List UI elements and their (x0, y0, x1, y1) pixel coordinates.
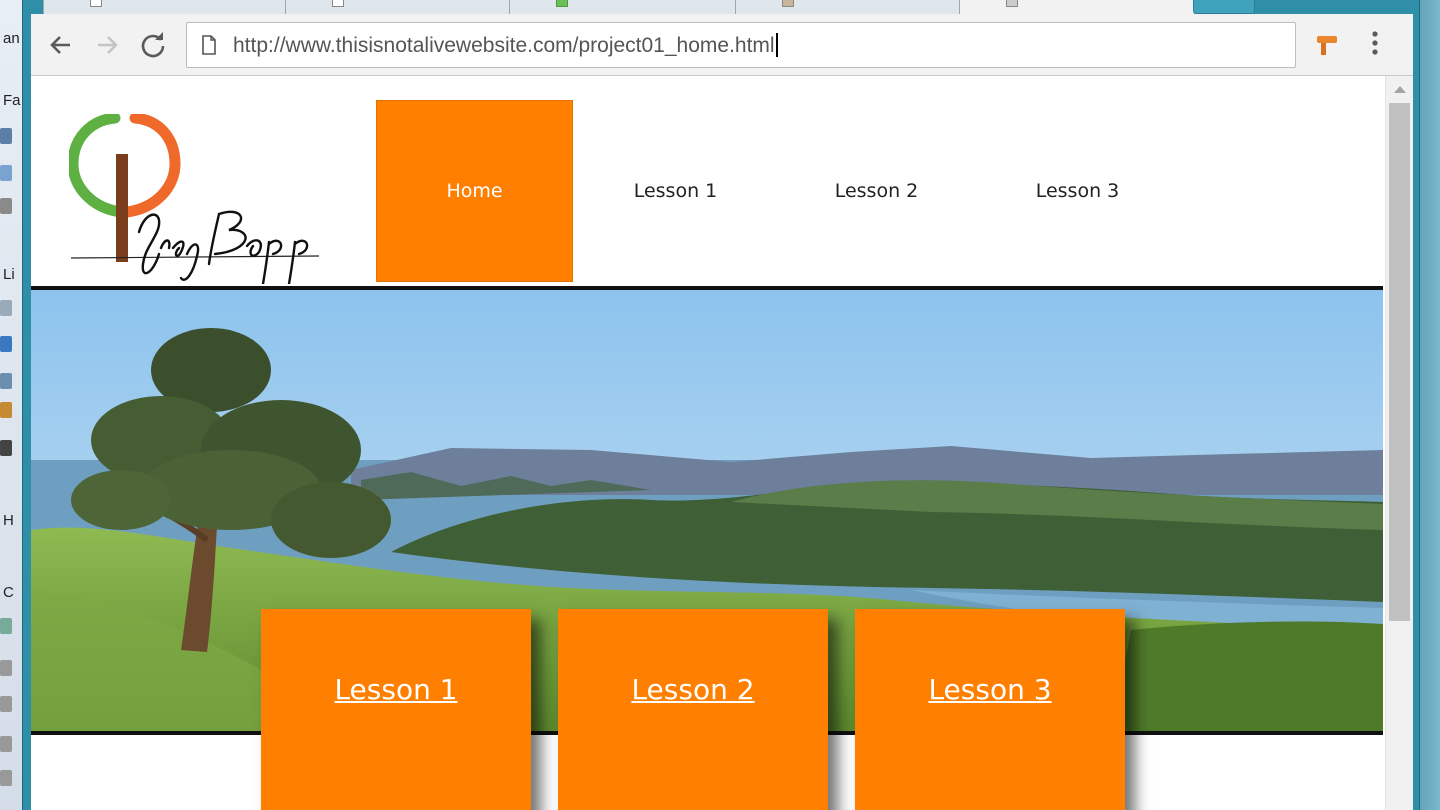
forward-button[interactable] (91, 29, 123, 61)
desktop-label: C (3, 584, 14, 601)
desktop-shortcut-icon[interactable] (0, 736, 12, 752)
lesson-card-link[interactable]: Lesson 3 (928, 673, 1051, 706)
back-button[interactable] (45, 29, 77, 61)
desktop-shortcut-icon[interactable] (0, 696, 12, 712)
tab-favicon-icon (1006, 0, 1018, 7)
address-bar[interactable]: http://www.thisisnotalivewebsite.com/pro… (186, 22, 1296, 68)
lesson-card-3[interactable]: Lesson 3 (855, 609, 1125, 810)
reload-button[interactable] (137, 29, 169, 61)
reload-icon (141, 32, 165, 58)
nav-lesson-3[interactable]: Lesson 3 (979, 100, 1176, 282)
url-value: http://www.thisisnotalivewebsite.com/pro… (233, 34, 775, 57)
desktop-shortcut-icon[interactable] (0, 336, 12, 352)
desktop-label: an (3, 30, 20, 47)
desktop-shortcut-icon[interactable] (0, 660, 12, 676)
desktop-shortcut-icon[interactable] (0, 618, 12, 634)
forward-arrow-icon (98, 36, 118, 54)
desktop-label: Li (3, 266, 15, 283)
desktop-shortcut-icon[interactable] (0, 165, 12, 181)
tab-favicon-icon (782, 0, 794, 7)
site-header: Home Lesson 1 Lesson 2 Lesson 3 (31, 76, 1383, 290)
nav-lesson-1[interactable]: Lesson 1 (577, 100, 774, 282)
lesson-card-2[interactable]: Lesson 2 (558, 609, 828, 810)
lesson-card-link[interactable]: Lesson 2 (631, 673, 754, 706)
new-tab-button[interactable] (1193, 0, 1255, 14)
text-caret (775, 33, 778, 57)
browser-tab[interactable] (735, 0, 965, 14)
tab-favicon-icon (556, 0, 568, 7)
browser-tab[interactable] (285, 0, 525, 14)
tab-favicon-icon (332, 0, 344, 7)
browser-window: http://www.thisisnotalivewebsite.com/pro… (22, 0, 1420, 810)
lesson-card-link[interactable]: Lesson 1 (334, 673, 457, 706)
page-icon (202, 35, 216, 55)
browser-toolbar: http://www.thisisnotalivewebsite.com/pro… (31, 14, 1413, 76)
page-viewport: Home Lesson 1 Lesson 2 Lesson 3 Lesson 1… (31, 76, 1413, 810)
browser-tab-active[interactable] (959, 0, 1195, 14)
lesson-card-1[interactable]: Lesson 1 (261, 609, 531, 810)
tab-strip (23, 0, 1419, 14)
desktop-shortcut-icon[interactable] (0, 770, 12, 786)
desktop-label: H (3, 512, 14, 529)
browser-tab[interactable] (43, 0, 293, 14)
nav-home[interactable]: Home (376, 100, 573, 282)
desktop-shortcut-icon[interactable] (0, 402, 12, 418)
browser-tab[interactable] (509, 0, 745, 14)
greg-bopp-logo[interactable] (69, 114, 339, 284)
tab-favicon-icon (90, 0, 102, 7)
scroll-up-arrow-icon[interactable] (1394, 86, 1406, 93)
scrollbar-thumb[interactable] (1389, 103, 1410, 621)
address-bar-url[interactable]: http://www.thisisnotalivewebsite.com/pro… (233, 33, 778, 58)
back-arrow-icon (50, 36, 70, 54)
vertical-scrollbar[interactable] (1385, 76, 1413, 810)
desktop-shortcut-icon[interactable] (0, 440, 12, 456)
desktop-label: Fa (3, 92, 21, 109)
extension-icon[interactable] (1315, 32, 1341, 58)
desktop-left-strip: an Fa Li H C (0, 0, 23, 810)
desktop-shortcut-icon[interactable] (0, 128, 12, 144)
desktop-shortcut-icon[interactable] (0, 373, 12, 389)
desktop-shortcut-icon[interactable] (0, 300, 12, 316)
vertical-dots-menu-icon[interactable] (1371, 28, 1379, 58)
desktop-shortcut-icon[interactable] (0, 198, 12, 214)
nav-lesson-2[interactable]: Lesson 2 (778, 100, 975, 282)
